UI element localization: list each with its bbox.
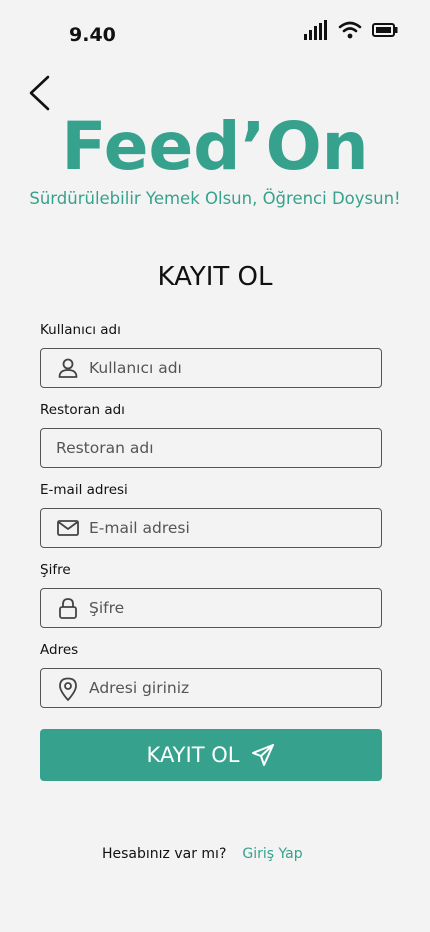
- password-field[interactable]: [40, 588, 382, 628]
- status-time: 9.40: [69, 24, 116, 46]
- mail-icon: [57, 517, 79, 539]
- status-icons: [304, 20, 398, 40]
- username-field[interactable]: [40, 348, 382, 388]
- back-button[interactable]: [26, 74, 56, 112]
- user-icon: [57, 357, 79, 379]
- login-prompt: Hesabınız var mı? Giriş Yap: [102, 846, 303, 862]
- send-icon: [252, 744, 275, 766]
- restaurant-name-field[interactable]: [40, 428, 382, 468]
- location-pin-icon: [57, 677, 79, 701]
- form-title: KAYIT OL: [157, 262, 273, 292]
- password-label: Şifre: [40, 562, 71, 578]
- battery-icon: [372, 23, 398, 37]
- username-input[interactable]: [89, 349, 381, 387]
- signal-icon: [304, 20, 327, 40]
- restaurant-name-label: Restoran adı: [40, 402, 125, 418]
- register-button-label: KAYIT OL: [146, 743, 240, 767]
- address-field[interactable]: [40, 668, 382, 708]
- username-label: Kullanıcı adı: [40, 322, 121, 338]
- brand-slogan: Sürdürülebilir Yemek Olsun, Öğrenci Doys…: [29, 189, 401, 208]
- login-question: Hesabınız var mı?: [102, 846, 227, 862]
- wifi-icon: [338, 21, 362, 39]
- login-link[interactable]: Giriş Yap: [242, 846, 302, 862]
- lock-icon: [57, 597, 79, 619]
- email-field[interactable]: [40, 508, 382, 548]
- address-label: Adres: [40, 642, 79, 658]
- register-button[interactable]: KAYIT OL: [40, 729, 382, 781]
- email-label: E-mail adresi: [40, 482, 128, 498]
- address-input[interactable]: [89, 669, 381, 707]
- email-input[interactable]: [89, 509, 381, 547]
- password-input[interactable]: [89, 589, 381, 627]
- restaurant-name-input[interactable]: [41, 429, 381, 467]
- brand-logo: Feed’On: [61, 108, 369, 185]
- chevron-left-icon: [29, 75, 50, 111]
